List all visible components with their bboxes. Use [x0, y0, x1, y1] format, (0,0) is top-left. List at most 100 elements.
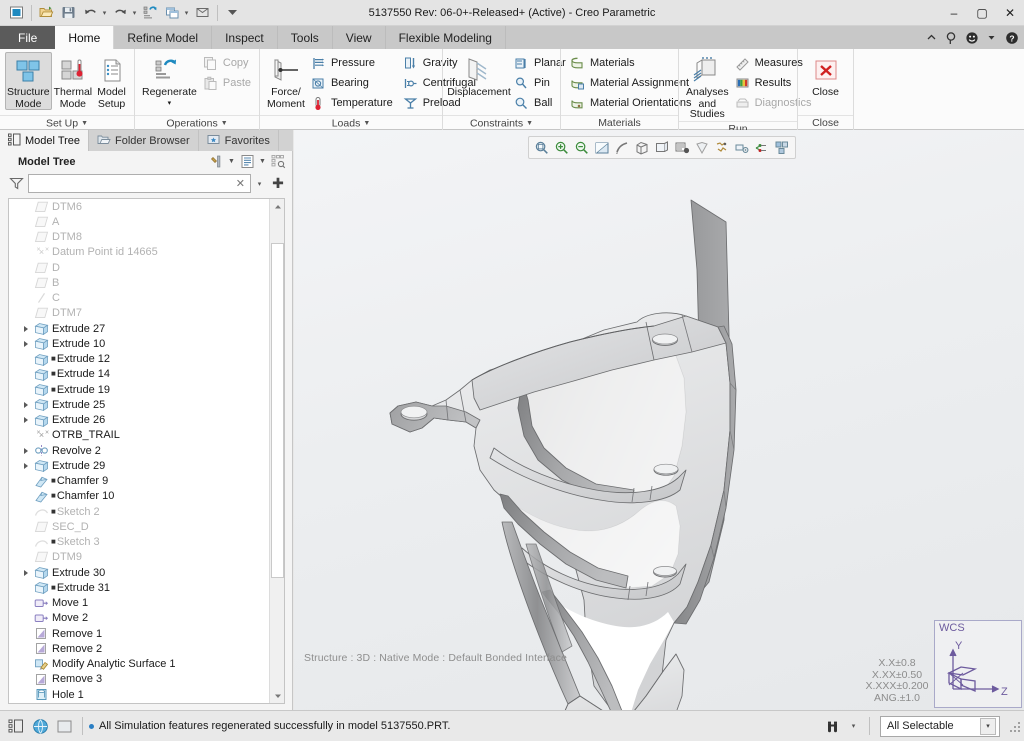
tree-item-extrude-12[interactable]: ■ Extrude 12 [9, 352, 270, 367]
constraints-dropdown-icon[interactable]: ▼ [526, 120, 533, 127]
expand-arrow-icon[interactable] [19, 325, 32, 332]
model-tree-filter-box[interactable]: ✕ [28, 174, 251, 193]
undo-icon[interactable] [80, 2, 101, 23]
analyses-studies-button[interactable]: Analyses and Studies [684, 52, 731, 121]
tab-view[interactable]: View [332, 26, 386, 49]
close-sim-button[interactable]: Close [803, 52, 848, 99]
resize-grip[interactable] [1008, 720, 1020, 732]
browser-toggle-icon[interactable] [28, 715, 52, 737]
temperature-button[interactable]: Temperature [307, 93, 399, 113]
scrollbar-thumb[interactable] [271, 243, 284, 578]
tree-item-sec-d[interactable]: SEC_D [9, 519, 270, 534]
expand-arrow-icon[interactable] [19, 569, 32, 576]
model-setup-button[interactable]: Model Setup [94, 52, 129, 110]
window-switch-dropdown-icon[interactable]: ▾ [182, 9, 191, 17]
search-dropdown-icon[interactable]: ▾ [848, 717, 859, 735]
expand-arrow-icon[interactable] [19, 462, 32, 469]
expand-arrow-icon[interactable] [19, 340, 32, 347]
tree-item-chamfer-10[interactable]: ■ Chamfer 10 [9, 489, 270, 504]
regenerate-button[interactable]: Regenerate ▾ [140, 52, 199, 110]
tree-item-otrb-trail[interactable]: × × × OTRB_TRAIL [9, 428, 270, 443]
tab-inspect[interactable]: Inspect [212, 26, 278, 49]
account-icon[interactable] [963, 29, 980, 46]
tree-item-dtm8[interactable]: DTM8 [9, 230, 270, 245]
settings-tools-icon[interactable] [206, 153, 226, 171]
expand-arrow-icon[interactable] [19, 417, 32, 424]
model-tree-filter-input[interactable] [32, 177, 234, 190]
tree-item-modify-analytic-surface-1[interactable]: Modify Analytic Surface 1 [9, 657, 270, 672]
search-icon[interactable] [943, 29, 960, 46]
tree-item-remove-1[interactable]: Remove 1 [9, 626, 270, 641]
force-moment-button[interactable]: Force/ Moment [265, 52, 307, 110]
tree-item-a[interactable]: A [9, 214, 270, 229]
minimize-button[interactable]: – [940, 1, 968, 25]
tree-item-datum-point-id-14665[interactable]: × × × Datum Point id 14665 [9, 245, 270, 260]
display-dropdown-icon[interactable]: ▼ [257, 153, 268, 171]
tree-item-dtm6[interactable]: DTM6 [9, 199, 270, 214]
tree-item-c[interactable]: C [9, 291, 270, 306]
tree-item-revolve-2[interactable]: Revolve 2 [9, 443, 270, 458]
regenerate-icon[interactable] [140, 2, 161, 23]
pressure-button[interactable]: Pressure [307, 53, 399, 73]
tree-item-chamfer-9[interactable]: ■ Chamfer 9 [9, 474, 270, 489]
tree-item-move-1[interactable]: Move 1 [9, 596, 270, 611]
customize-qat-icon[interactable] [222, 2, 243, 23]
tree-item-dtm9[interactable]: DTM9 [9, 550, 270, 565]
setup-dropdown-icon[interactable]: ▼ [81, 120, 88, 127]
tree-item-extrude-27[interactable]: Extrude 27 [9, 321, 270, 336]
add-filter-icon[interactable]: ✚ [268, 175, 288, 193]
tree-item-extrude-14[interactable]: ■ Extrude 14 [9, 367, 270, 382]
tree-item-extrude-26[interactable]: Extrude 26 [9, 413, 270, 428]
graphics-viewport[interactable]: Structure : 3D : Native Mode : Default B… [294, 130, 1024, 710]
clear-filter-icon[interactable]: ✕ [234, 177, 247, 190]
scroll-down-icon[interactable] [270, 688, 284, 703]
tree-item-sketch-2[interactable]: ■ Sketch 2 [9, 504, 270, 519]
operations-dropdown-icon[interactable]: ▼ [221, 120, 228, 127]
model-tree-rows[interactable]: DTM6 A DTM8 × × × Datum Point id 14665 D B C DTM7 E… [9, 199, 270, 703]
tree-item-sketch-3[interactable]: ■ Sketch 3 [9, 535, 270, 550]
model-tree-scrollbar[interactable] [269, 199, 284, 703]
nav-tab-folder-browser[interactable]: Folder Browser [89, 130, 199, 151]
structure-mode-button[interactable]: Structure Mode [5, 52, 52, 110]
displacement-button[interactable]: Displacement [447, 52, 511, 99]
tree-item-extrude-29[interactable]: Extrude 29 [9, 458, 270, 473]
expand-arrow-icon[interactable] [19, 401, 32, 408]
tree-item-extrude-19[interactable]: ■ Extrude 19 [9, 382, 270, 397]
scroll-up-icon[interactable] [270, 199, 284, 214]
ribbon-group-constraints-label[interactable]: Constraints ▼ [443, 115, 560, 130]
help-icon[interactable]: ? [1003, 29, 1020, 46]
nav-tab-favorites[interactable]: Favorites [198, 130, 279, 151]
cad-model-3d[interactable] [294, 130, 1024, 710]
tab-home[interactable]: Home [55, 26, 115, 49]
app-menu-icon[interactable] [6, 2, 27, 23]
binoculars-icon[interactable] [820, 715, 844, 737]
close-button[interactable]: ✕ [996, 1, 1024, 25]
filter-dropdown-icon[interactable]: ▾ [254, 175, 265, 193]
paste-button[interactable]: Paste [199, 73, 257, 93]
account-dropdown-icon[interactable] [983, 29, 1000, 46]
loads-dropdown-icon[interactable]: ▼ [363, 120, 370, 127]
regenerate-dropdown-icon[interactable]: ▾ [168, 98, 172, 110]
maximize-button[interactable]: ▢ [968, 1, 996, 25]
window-switch-icon[interactable] [162, 2, 183, 23]
ribbon-group-operations-label[interactable]: Operations ▼ [135, 115, 259, 130]
tree-item-extrude-31[interactable]: ■ Extrude 31 [9, 580, 270, 595]
collapse-ribbon-icon[interactable] [923, 29, 940, 46]
open-icon[interactable] [36, 2, 57, 23]
tab-tools[interactable]: Tools [277, 26, 333, 49]
ribbon-group-setup-label[interactable]: Set Up ▼ [0, 115, 134, 130]
redo-dropdown-icon[interactable]: ▾ [130, 9, 139, 17]
copy-button[interactable]: Copy [199, 53, 257, 73]
tree-item-extrude-10[interactable]: Extrude 10 [9, 336, 270, 351]
tree-item-move-2[interactable]: Move 2 [9, 611, 270, 626]
undo-dropdown-icon[interactable]: ▾ [100, 9, 109, 17]
tree-item-remove-4[interactable]: Remove 4 [9, 702, 270, 703]
tree-item-extrude-30[interactable]: Extrude 30 [9, 565, 270, 580]
nav-tab-model-tree[interactable]: Model Tree [0, 130, 90, 151]
tree-item-hole-1[interactable]: Hole 1 [9, 687, 270, 702]
close-window-icon[interactable] [192, 2, 213, 23]
display-list-icon[interactable] [237, 153, 257, 171]
model-tree-toggle-icon[interactable] [4, 715, 28, 737]
tree-item-b[interactable]: B [9, 275, 270, 290]
selection-filter-caret-icon[interactable]: ▾ [980, 717, 996, 735]
